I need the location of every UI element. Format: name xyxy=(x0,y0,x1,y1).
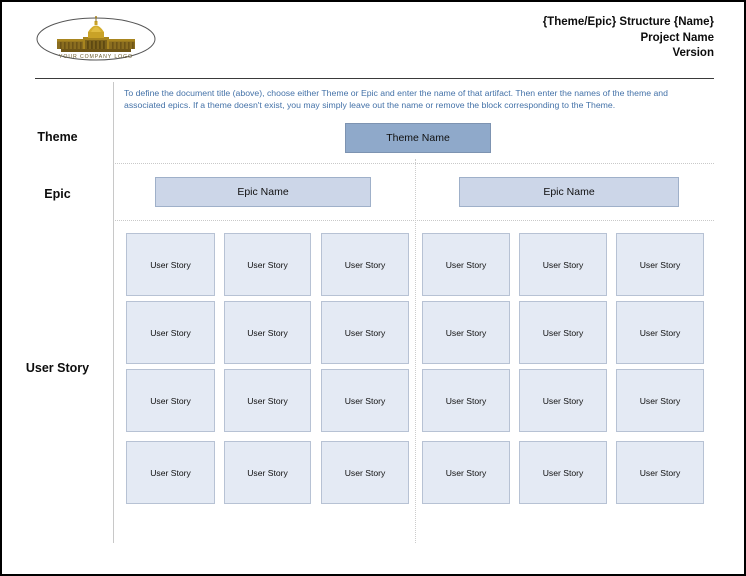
user-story-label: User Story xyxy=(639,259,681,270)
row-label-user-story: User Story xyxy=(25,361,90,375)
theme-name-box[interactable]: Theme Name xyxy=(345,123,491,153)
company-logo: YOUR COMPANY LOGO xyxy=(35,16,157,72)
user-story-card[interactable]: User Story xyxy=(422,233,510,296)
user-story-card[interactable]: User Story xyxy=(126,233,215,296)
theme-name-label: Theme Name xyxy=(386,132,450,144)
user-story-label: User Story xyxy=(150,259,191,270)
epic-row-divider xyxy=(113,220,714,221)
user-story-card[interactable]: User Story xyxy=(224,233,311,296)
user-story-label: User Story xyxy=(445,395,487,406)
user-story-card[interactable]: User Story xyxy=(422,441,510,504)
epic-name-label: Epic Name xyxy=(543,186,595,198)
user-story-label: User Story xyxy=(247,327,288,338)
user-story-label: User Story xyxy=(344,467,386,478)
epic-name-box-2[interactable]: Epic Name xyxy=(459,177,679,207)
user-story-card[interactable]: User Story xyxy=(616,233,704,296)
user-story-card[interactable]: User Story xyxy=(126,441,215,504)
user-story-label: User Story xyxy=(542,467,584,478)
user-story-label: User Story xyxy=(639,395,681,406)
user-story-label: User Story xyxy=(445,327,487,338)
project-name: Project Name xyxy=(640,31,714,44)
user-story-card[interactable]: User Story xyxy=(422,369,510,432)
user-story-label: User Story xyxy=(542,395,584,406)
user-story-label: User Story xyxy=(542,327,584,338)
row-label-epic: Epic xyxy=(44,187,71,201)
user-story-card[interactable]: User Story xyxy=(321,233,409,296)
user-story-card[interactable]: User Story xyxy=(321,301,409,364)
logo-caption: YOUR COMPANY LOGO xyxy=(59,54,133,60)
document-header: YOUR COMPANY LOGO {Theme/Epic} Structure… xyxy=(2,2,744,80)
user-story-label: User Story xyxy=(445,259,487,270)
user-story-card[interactable]: User Story xyxy=(616,369,704,432)
user-story-card[interactable]: User Story xyxy=(519,441,607,504)
epic-name-label: Epic Name xyxy=(237,186,289,198)
user-story-label: User Story xyxy=(344,327,386,338)
user-story-label: User Story xyxy=(150,327,191,338)
version-label: Version xyxy=(672,47,714,59)
user-story-label: User Story xyxy=(639,327,681,338)
header-divider xyxy=(35,78,714,79)
epic-group-divider xyxy=(415,159,416,543)
user-story-label: User Story xyxy=(247,395,288,406)
user-story-label: User Story xyxy=(150,395,191,406)
user-story-label: User Story xyxy=(247,467,288,478)
user-story-card[interactable]: User Story xyxy=(519,233,607,296)
epic-name-box-1[interactable]: Epic Name xyxy=(155,177,371,207)
label-column-divider xyxy=(113,82,114,543)
user-story-card[interactable]: User Story xyxy=(616,441,704,504)
user-story-card[interactable]: User Story xyxy=(224,369,311,432)
page-title: {Theme/Epic} Structure {Name} xyxy=(542,16,714,28)
user-story-card[interactable]: User Story xyxy=(519,301,607,364)
user-story-card[interactable]: User Story xyxy=(224,441,311,504)
user-story-label: User Story xyxy=(150,467,191,478)
user-story-card[interactable]: User Story xyxy=(224,301,311,364)
theme-row-divider xyxy=(113,163,714,164)
user-story-label: User Story xyxy=(639,467,681,478)
user-story-label: User Story xyxy=(247,259,288,270)
user-story-label: User Story xyxy=(445,467,487,478)
instruction-text: To define the document title (above), ch… xyxy=(124,88,668,110)
user-story-card[interactable]: User Story xyxy=(321,441,409,504)
user-story-card[interactable]: User Story xyxy=(126,369,215,432)
document-page: YOUR COMPANY LOGO {Theme/Epic} Structure… xyxy=(0,0,746,576)
user-story-card[interactable]: User Story xyxy=(519,369,607,432)
header-title-block: {Theme/Epic} Structure {Name} Project Na… xyxy=(543,15,714,62)
user-story-label: User Story xyxy=(344,259,386,270)
user-story-card[interactable]: User Story xyxy=(321,369,409,432)
row-label-theme: Theme xyxy=(37,130,78,144)
user-story-card[interactable]: User Story xyxy=(616,301,704,364)
user-story-label: User Story xyxy=(344,395,386,406)
user-story-card[interactable]: User Story xyxy=(422,301,510,364)
user-story-label: User Story xyxy=(542,259,584,270)
user-story-card[interactable]: User Story xyxy=(126,301,215,364)
